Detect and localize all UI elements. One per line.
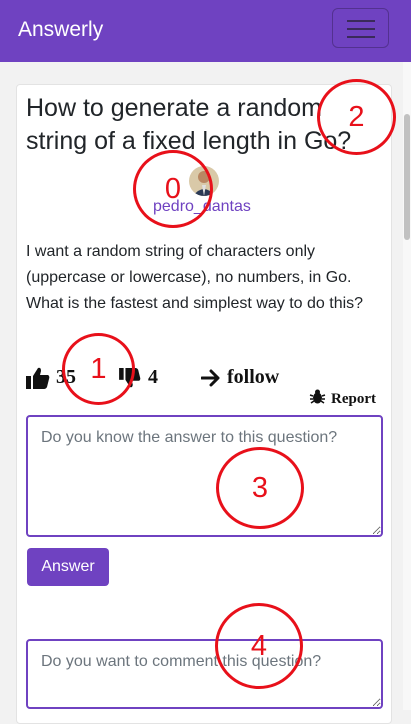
author-avatar[interactable] xyxy=(189,166,219,196)
comment-textarea[interactable] xyxy=(26,639,383,709)
scrollbar-thumb[interactable] xyxy=(404,114,410,240)
menu-toggle-button[interactable] xyxy=(332,8,389,48)
answer-button[interactable]: Answer xyxy=(27,548,109,586)
downvote-count: 4 xyxy=(148,366,158,388)
bug-icon xyxy=(309,388,326,410)
thumbs-down-icon xyxy=(119,367,141,388)
downvote-button[interactable]: 4 xyxy=(119,366,158,389)
brand-link[interactable]: Answerly xyxy=(18,18,103,42)
arrow-right-icon xyxy=(201,369,221,387)
upvote-count: 35 xyxy=(56,366,76,388)
upvote-button[interactable]: 35 xyxy=(26,366,76,389)
follow-button[interactable]: follow xyxy=(201,366,279,389)
page-scrollbar[interactable] xyxy=(403,62,411,710)
report-button[interactable]: Report xyxy=(309,388,376,410)
author-link[interactable]: pedro_dantas xyxy=(153,198,251,216)
follow-label: follow xyxy=(227,366,280,388)
thumbs-up-icon xyxy=(26,367,50,389)
question-title: How to generate a random string of a fix… xyxy=(26,94,352,155)
answer-textarea[interactable] xyxy=(26,415,383,537)
navbar: Answerly xyxy=(0,0,411,62)
report-label: Report xyxy=(331,390,376,407)
question-body: I want a random string of characters onl… xyxy=(26,243,364,312)
